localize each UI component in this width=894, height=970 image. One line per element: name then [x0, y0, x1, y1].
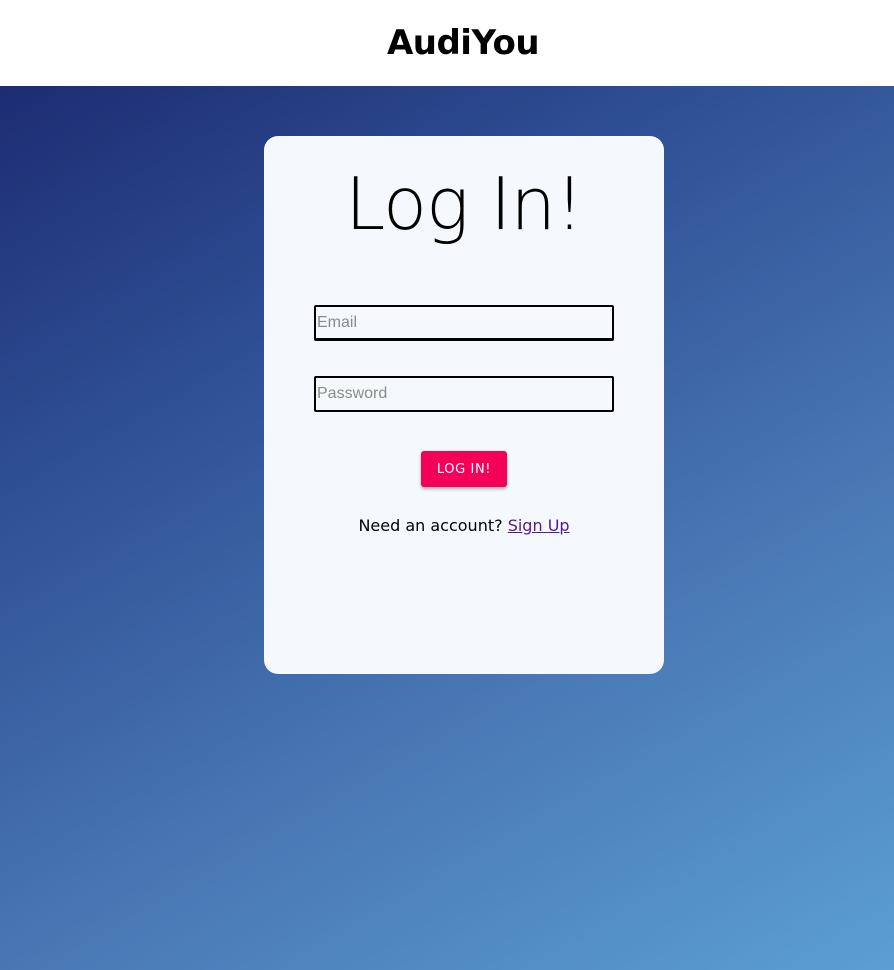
login-button[interactable]: LOG IN!	[421, 451, 507, 487]
top-header: AudiYou	[0, 0, 894, 86]
signup-link[interactable]: Sign Up	[508, 516, 570, 535]
password-field[interactable]	[314, 376, 614, 412]
page-title: Log In!	[345, 162, 584, 246]
brand-logo[interactable]: AudiYou	[387, 23, 540, 63]
signup-prompt-text: Need an account?	[358, 516, 503, 535]
signup-prompt-line: Need an account? Sign Up	[264, 516, 664, 535]
login-card: Log In! LOG IN! Need an account? Sign Up	[264, 136, 664, 674]
email-field[interactable]	[314, 305, 614, 341]
